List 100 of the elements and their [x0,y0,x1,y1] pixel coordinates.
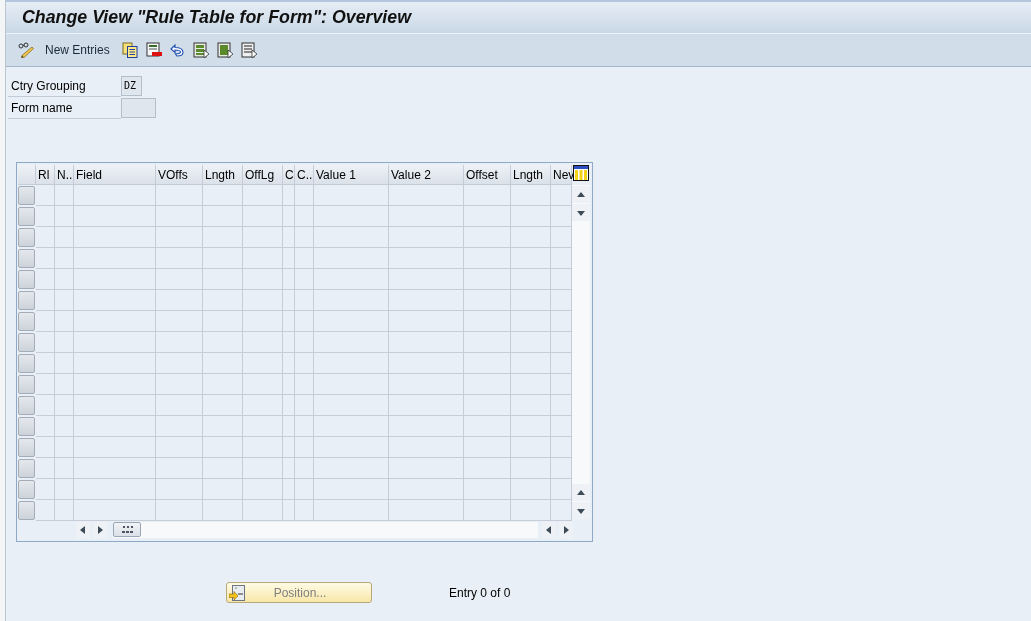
table-cell [464,437,511,458]
window-title: Change View "Rule Table for Form": Overview [22,7,412,28]
column-header[interactable]: C [283,165,295,185]
row-selector[interactable] [18,186,35,205]
table-cell [203,227,243,248]
position-button[interactable]: Position... [226,582,372,603]
table-cell [156,332,203,353]
table-cell [283,227,295,248]
table-cell [36,437,55,458]
row-selector[interactable] [18,312,35,331]
vertical-scrollbar[interactable] [572,185,590,519]
table-cell [243,416,283,437]
table-cell [511,374,551,395]
document-bar-icon[interactable] [145,42,162,58]
row-selector[interactable] [18,207,35,226]
row-selector[interactable] [18,459,35,478]
row-selector[interactable] [18,438,35,457]
table-cell [243,458,283,479]
table-cell [203,395,243,416]
table-cell [55,353,74,374]
input-field[interactable]: DZ [121,76,142,96]
table-cell [511,206,551,227]
row-selector[interactable] [18,354,35,373]
scroll-up-button[interactable] [572,484,590,501]
row-selector[interactable] [18,270,35,289]
column-header[interactable]: VOffs [156,165,203,185]
table-cell [511,353,551,374]
table-cell [464,353,511,374]
table-cell [36,458,55,479]
table-cell [36,206,55,227]
table-cell [243,185,283,206]
table-cell [283,416,295,437]
table-cell [511,311,551,332]
table-cell [295,437,314,458]
horizontal-scrollbar[interactable] [113,521,538,538]
row-selector[interactable] [18,291,35,310]
select-all-header[interactable] [18,165,36,185]
table-cell [36,290,55,311]
new-entries-button[interactable]: New Entries [45,43,110,57]
caret-right-icon [561,524,571,535]
table-cell [295,374,314,395]
column-header[interactable]: OffLg [243,165,283,185]
table-cell [203,416,243,437]
table-cell [55,395,74,416]
glasses-pencil-icon[interactable] [18,42,34,58]
table-cell [55,227,74,248]
column-header[interactable]: C.. [295,165,314,185]
table-cell [156,374,203,395]
scroll-up-button[interactable] [572,186,590,203]
column-header[interactable]: N.. [55,165,74,185]
column-header[interactable]: Nev [551,165,572,185]
table-cell [511,290,551,311]
table-cell [283,269,295,290]
column-header[interactable]: Lngth [203,165,243,185]
row-selector[interactable] [18,417,35,436]
table-cell [283,332,295,353]
columns-icon[interactable] [573,165,589,181]
table-cell [36,374,55,395]
input-field[interactable] [121,98,156,118]
scroll-left-button[interactable] [542,521,556,538]
column-header[interactable]: Value 1 [314,165,389,185]
scroll-left-button[interactable] [76,521,90,538]
table-cell [156,311,203,332]
table-cell [464,290,511,311]
scrollbar-thumb[interactable] [113,522,141,537]
table-cell [464,332,511,353]
column-header[interactable]: Field [74,165,156,185]
table-cell [295,395,314,416]
table-cell [295,227,314,248]
row-selector[interactable] [18,228,35,247]
table-cell [243,353,283,374]
column-header[interactable]: Offset [464,165,511,185]
column-header[interactable]: Value 2 [389,165,464,185]
row-selector[interactable] [18,249,35,268]
scroll-right-button[interactable] [93,521,107,538]
table-cell [243,311,283,332]
column-header[interactable]: Rl [36,165,55,185]
row-selector[interactable] [18,333,35,352]
table-cell [295,269,314,290]
table-cell [243,395,283,416]
table-cell [511,458,551,479]
caret-right-icon [95,524,105,535]
table-cell [203,458,243,479]
row-selector[interactable] [18,480,35,499]
row-selector[interactable] [18,375,35,394]
scroll-down-button[interactable] [572,204,590,221]
scroll-right-button[interactable] [559,521,573,538]
column-header[interactable]: Lngth [511,165,551,185]
undo-arrow-icon[interactable] [168,42,185,58]
row-selector[interactable] [18,396,35,415]
table-cell [283,206,295,227]
row-selector[interactable] [18,501,35,520]
table-cell [464,227,511,248]
scroll-down-button[interactable] [572,502,590,519]
table-cell [55,248,74,269]
table-cell [283,374,295,395]
table-cell [156,227,203,248]
table-cell [283,290,295,311]
documents-icon[interactable] [121,42,138,58]
table-cell [203,332,243,353]
